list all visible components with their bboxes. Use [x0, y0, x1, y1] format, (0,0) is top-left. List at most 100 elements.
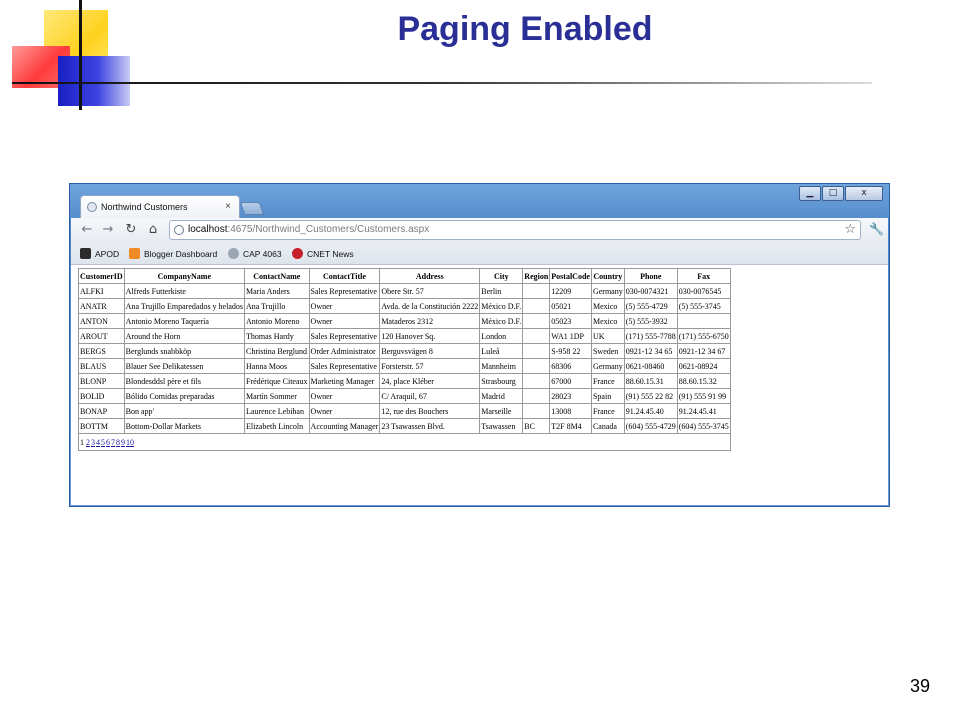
cell-postal-code: 12209 [549, 283, 592, 299]
cell-address: 24, place Kléber [379, 373, 481, 389]
cnet-icon [292, 248, 303, 259]
cell-address: Avda. de la Constitución 2222 [379, 298, 481, 314]
wrench-icon[interactable]: 🔧 [869, 222, 884, 236]
cell-address: Mataderos 2312 [379, 313, 481, 329]
cell-country: Mexico [590, 313, 625, 329]
cell-phone: 030-0074321 [623, 283, 678, 299]
table-row: BLAUS Blauer See Delikatessen Hanna Moos Sa… [78, 358, 731, 374]
cell-postal-code: 68306 [549, 358, 592, 374]
maximize-button[interactable]: □ [822, 186, 844, 201]
cell-customer-id: ANTON [78, 313, 125, 329]
cell-city: Mannheim [479, 358, 524, 374]
page-info-icon [174, 225, 184, 235]
cell-address: Obere Str. 57 [379, 283, 481, 299]
cell-region [522, 313, 551, 329]
browser-toolbar: ← → ↻ ⌂ localhost:4675/Northwind_Custome… [71, 218, 888, 244]
cell-region [522, 358, 551, 374]
cell-customer-id: BERGS [78, 343, 125, 359]
cell-country: Germany [590, 283, 625, 299]
cell-phone: (5) 555-4729 [623, 298, 678, 314]
pager-link-page-7[interactable]: 7 [111, 438, 115, 447]
cell-phone: 88.60.15.31 [623, 373, 678, 389]
back-arrow-icon[interactable]: ← [79, 222, 95, 238]
bookmark-label: CAP 4063 [243, 249, 282, 259]
cell-fax: 88.60.15.32 [676, 373, 731, 389]
cell-fax [676, 313, 731, 329]
forward-arrow-icon[interactable]: → [100, 222, 116, 238]
cell-city: Tsawassen [479, 418, 524, 434]
pager-link-page-9[interactable]: 9 [121, 438, 125, 447]
reload-icon[interactable]: ↻ [123, 222, 139, 238]
cell-fax: (5) 555-3745 [676, 298, 731, 314]
close-window-button[interactable]: x [845, 186, 883, 201]
cell-postal-code: S-958 22 [549, 343, 592, 359]
cell-contact-title: Owner [308, 388, 381, 404]
table-row: BOLID Bólido Comidas preparadas Martín Som… [78, 388, 731, 404]
cell-customer-id: BONAP [78, 403, 125, 419]
title-bar: ▁ □ x Northwind Customers × [70, 184, 889, 218]
cell-contact-title: Order Administrator [308, 343, 381, 359]
slide-decoration-vertical-line [79, 0, 82, 110]
pager-link-page-6[interactable]: 6 [106, 438, 110, 447]
cell-region [522, 343, 551, 359]
cell-country: Spain [590, 388, 625, 404]
bookmark-cnet-news[interactable]: CNET News [292, 247, 354, 261]
column-header-phone: Phone [623, 268, 678, 284]
cell-contact-name: Antonio Moreno [244, 313, 310, 329]
tab-close-icon[interactable]: × [225, 196, 231, 218]
cell-company-name: Bólido Comidas preparadas [123, 388, 246, 404]
bookmark-star-icon[interactable]: ☆ [844, 221, 856, 239]
bookmark-cap-4063[interactable]: CAP 4063 [228, 247, 282, 261]
cell-contact-name: Maria Anders [244, 283, 310, 299]
column-header-contact-name: ContactName [244, 268, 310, 284]
bookmark-label: APOD [95, 249, 120, 259]
home-icon[interactable]: ⌂ [145, 222, 161, 238]
column-header-customer-id: CustomerID [78, 268, 125, 284]
cell-company-name: Blondesddsl père et fils [123, 373, 246, 389]
table-row: BLONP Blondesddsl père et fils Frédérique … [78, 373, 731, 389]
cell-phone: 0921-12 34 65 [623, 343, 678, 359]
cell-contact-name: Elizabeth Lincoln [244, 418, 310, 434]
new-tab-button[interactable] [239, 202, 265, 215]
cell-company-name: Bon app' [123, 403, 246, 419]
cell-city: Marseille [479, 403, 524, 419]
pager-link-page-8[interactable]: 8 [116, 438, 120, 447]
address-bar[interactable]: localhost:4675/Northwind_Customers/Custo… [169, 220, 861, 240]
bookmark-blogger-dashboard[interactable]: Blogger Dashboard [129, 247, 217, 261]
cell-region [522, 298, 551, 314]
cell-country: Canada [590, 418, 625, 434]
url-host: localhost [188, 224, 228, 235]
cell-fax: (604) 555-3745 [676, 418, 731, 434]
globe-icon [228, 248, 239, 259]
pager-link-page-2[interactable]: 2 [86, 438, 90, 447]
cell-postal-code: WA1 1DP [549, 328, 592, 344]
cell-address: 23 Tsawassen Blvd. [379, 418, 481, 434]
cell-contact-title: Sales Representative [308, 358, 381, 374]
cell-contact-title: Sales Representative [308, 283, 381, 299]
cell-country: Mexico [590, 298, 625, 314]
cell-contact-name: Hanna Moos [244, 358, 310, 374]
cell-city: Strasbourg [479, 373, 524, 389]
cell-company-name: Alfreds Futterkiste [123, 283, 246, 299]
cell-postal-code: 05021 [549, 298, 592, 314]
column-header-company-name: CompanyName [123, 268, 246, 284]
window-controls: ▁ □ x [799, 186, 883, 201]
pager-link-page-10[interactable]: 10 [126, 438, 134, 447]
slide-decoration-horizontal-line [12, 82, 872, 84]
cell-fax: (171) 555-6750 [676, 328, 731, 344]
cell-fax: 0921-12 34 67 [676, 343, 731, 359]
cell-city: Berlin [479, 283, 524, 299]
minimize-button[interactable]: ▁ [799, 186, 821, 201]
cell-postal-code: T2F 8M4 [549, 418, 592, 434]
table-row: BOTTM Bottom-Dollar Markets Elizabeth Linc… [78, 418, 731, 434]
bookmark-apod[interactable]: APOD [80, 247, 119, 261]
tab-northwind-customers[interactable]: Northwind Customers × [80, 195, 240, 218]
pager-link-page-4[interactable]: 4 [96, 438, 100, 447]
cell-city: Madrid [479, 388, 524, 404]
cell-postal-code: 28023 [549, 388, 592, 404]
bookmark-label: Blogger Dashboard [144, 249, 218, 259]
cell-fax: 91.24.45.41 [676, 403, 731, 419]
pager-link-page-5[interactable]: 5 [101, 438, 105, 447]
pager-link-page-3[interactable]: 3 [91, 438, 95, 447]
column-header-contact-title: ContactTitle [308, 268, 381, 284]
